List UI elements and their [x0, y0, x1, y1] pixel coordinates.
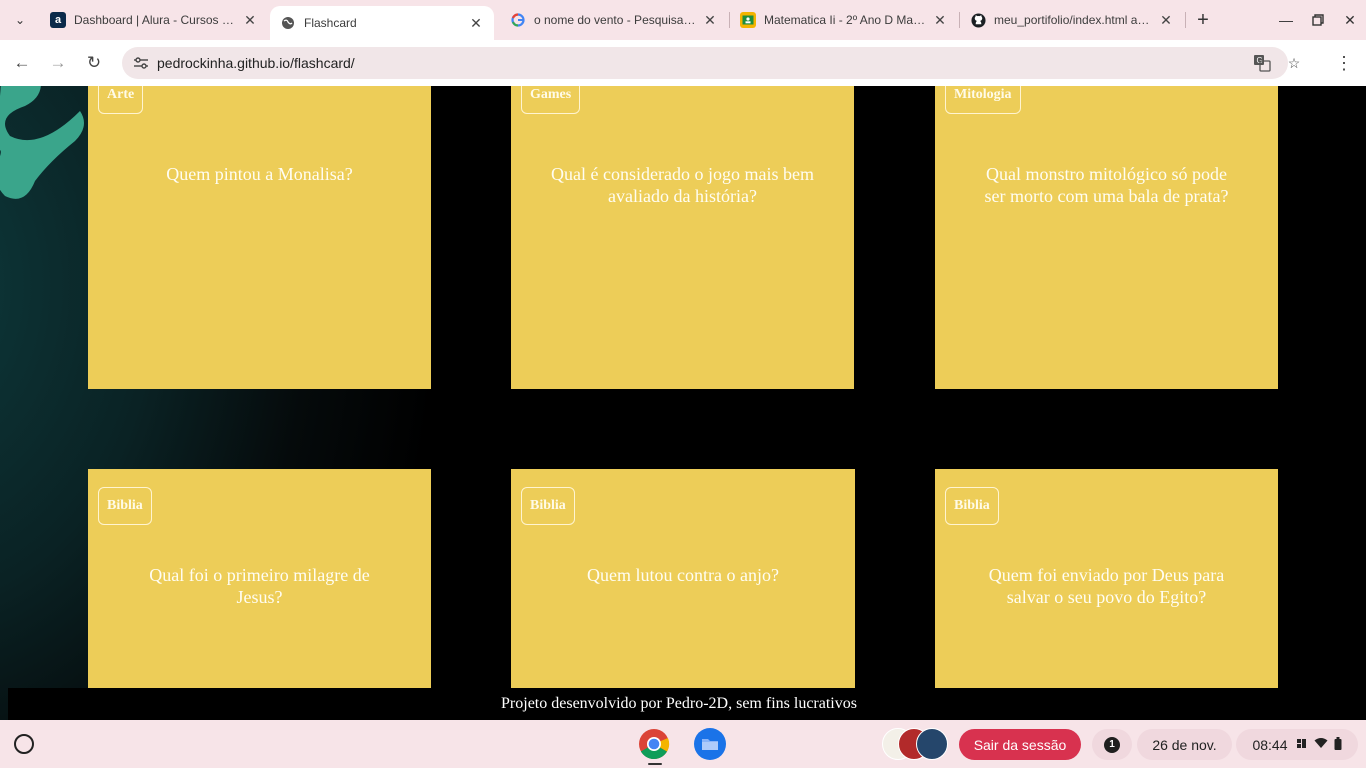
battery-icon — [1334, 736, 1342, 753]
tab-flashcard[interactable]: Flashcard ✕ — [270, 6, 494, 40]
restore-window-icon[interactable] — [1304, 6, 1332, 34]
tab-github[interactable]: meu_portifolio/index.html at main ✕ — [960, 0, 1184, 40]
running-indicator — [648, 763, 662, 765]
google-icon — [510, 12, 526, 28]
close-tab-icon[interactable]: ✕ — [242, 12, 258, 28]
clock-text: 08:44 — [1252, 736, 1288, 753]
wifi-icon — [1314, 737, 1328, 752]
close-window-icon[interactable]: ✕ — [1336, 6, 1364, 34]
flashcard-question: Quem lutou contra o anjo? — [587, 565, 779, 585]
launcher-icon[interactable] — [14, 734, 34, 754]
url-path: /flashcard/ — [290, 55, 355, 71]
flashcard[interactable]: Mitologia Qual monstro mitológico só pod… — [935, 86, 1278, 389]
close-tab-icon[interactable]: ✕ — [932, 12, 948, 28]
flashcard-question: Quem foi enviado por Deus para salvar o … — [988, 565, 1225, 607]
category-tag: Mitologia — [945, 86, 1021, 114]
flashcard-question: Qual foi o primeiro milagre de Jesus? — [149, 565, 370, 607]
bookmark-star-icon[interactable]: ☆ — [1284, 53, 1304, 73]
tab-search-chevron-icon[interactable]: ⌄ — [8, 8, 32, 32]
decorative-wave-shape — [0, 86, 84, 199]
files-icon[interactable] — [694, 728, 726, 760]
url-host: pedrockinha.github.io — [157, 55, 291, 71]
tab-classroom[interactable]: Matematica Ii - 2º Ano D Manhã ✕ — [730, 0, 958, 40]
alura-icon: a — [50, 12, 66, 28]
flashcard[interactable]: Games Qual é considerado o jogo mais bem… — [511, 86, 854, 389]
site-info-tune-icon[interactable] — [132, 54, 150, 72]
date-text: 26 de nov. — [1152, 736, 1217, 753]
back-arrow-icon[interactable]: ← — [8, 49, 36, 77]
date-tray[interactable]: 26 de nov. — [1137, 729, 1232, 760]
flashcard[interactable]: Biblia Qual foi o primeiro milagre de Je… — [88, 469, 431, 688]
tab-alura[interactable]: a Dashboard | Alura - Cursos online de t… — [40, 0, 268, 40]
minimize-icon[interactable]: — — [1272, 6, 1300, 34]
close-tab-icon[interactable]: ✕ — [1158, 12, 1174, 28]
flashcard-question: Qual é considerado o jogo mais bem avali… — [551, 164, 814, 206]
os-shelf: Sair da sessão 1 26 de nov. 08:44 — [0, 720, 1366, 768]
page-viewport: Arte Quem pintou a Monalisa? Games Qual … — [0, 86, 1366, 720]
url-text: pedrockinha.github.io/flashcard/ — [157, 55, 355, 71]
category-tag: Arte — [98, 86, 144, 114]
tab-strip: ⌄ a Dashboard | Alura - Cursos online de… — [0, 0, 1366, 40]
flashcard[interactable]: Biblia Quem lutou contra o anjo? — [511, 469, 855, 688]
globe-icon — [280, 15, 296, 31]
forward-arrow-icon[interactable]: → — [44, 49, 72, 77]
flashcard[interactable]: Biblia Quem foi enviado por Deus para sa… — [935, 469, 1278, 688]
pod-avatar-icon[interactable] — [916, 728, 948, 760]
tab-title: o nome do vento - Pesquisa Google — [534, 13, 696, 27]
category-tag: Games — [521, 86, 581, 114]
notification-tray[interactable]: 1 — [1092, 729, 1132, 760]
page-footer: Projeto desenvolvido por Pedro-2D, sem f… — [8, 688, 1366, 720]
flashcard-question: Qual monstro mitológico só pode ser mort… — [984, 164, 1229, 206]
tab-title: meu_portifolio/index.html at main — [994, 13, 1152, 27]
new-tab-plus-icon[interactable]: + — [1192, 8, 1214, 32]
flashcard[interactable]: Arte Quem pintou a Monalisa? — [88, 86, 431, 389]
flashcard-question: Quem pintou a Monalisa? — [166, 164, 353, 184]
close-tab-icon[interactable]: ✕ — [702, 12, 718, 28]
sign-out-button[interactable]: Sair da sessão — [959, 729, 1081, 760]
category-tag: Biblia — [521, 487, 575, 525]
github-icon — [970, 12, 986, 28]
status-tray[interactable]: 08:44 — [1236, 729, 1358, 760]
footer-text: Projeto desenvolvido por Pedro-2D, sem f… — [501, 695, 857, 712]
chrome-icon[interactable] — [638, 728, 670, 760]
tab-google-search[interactable]: o nome do vento - Pesquisa Google ✕ — [500, 0, 728, 40]
classroom-icon — [740, 12, 756, 28]
tab-title: Dashboard | Alura - Cursos online de tec… — [74, 13, 236, 27]
category-tag: Biblia — [98, 487, 152, 525]
tab-separator — [1185, 12, 1186, 28]
browser-toolbar: ← → ↻ pedrockinha.github.io/flashcard/ G… — [0, 40, 1366, 86]
tab-title: Flashcard — [304, 16, 357, 30]
close-tab-icon[interactable]: ✕ — [468, 15, 484, 31]
category-tag: Biblia — [945, 487, 999, 525]
address-bar[interactable]: pedrockinha.github.io/flashcard/ G ☆ — [122, 47, 1300, 79]
tab-title: Matematica Ii - 2º Ano D Manhã — [764, 13, 926, 27]
notification-count: 1 — [1104, 736, 1120, 753]
translate-icon[interactable]: G — [1252, 53, 1272, 73]
pinned-pods[interactable] — [882, 728, 948, 760]
reload-icon[interactable]: ↻ — [80, 49, 108, 77]
input-method-icon — [1296, 737, 1308, 752]
more-menu-icon[interactable]: ⋮ — [1332, 49, 1356, 77]
